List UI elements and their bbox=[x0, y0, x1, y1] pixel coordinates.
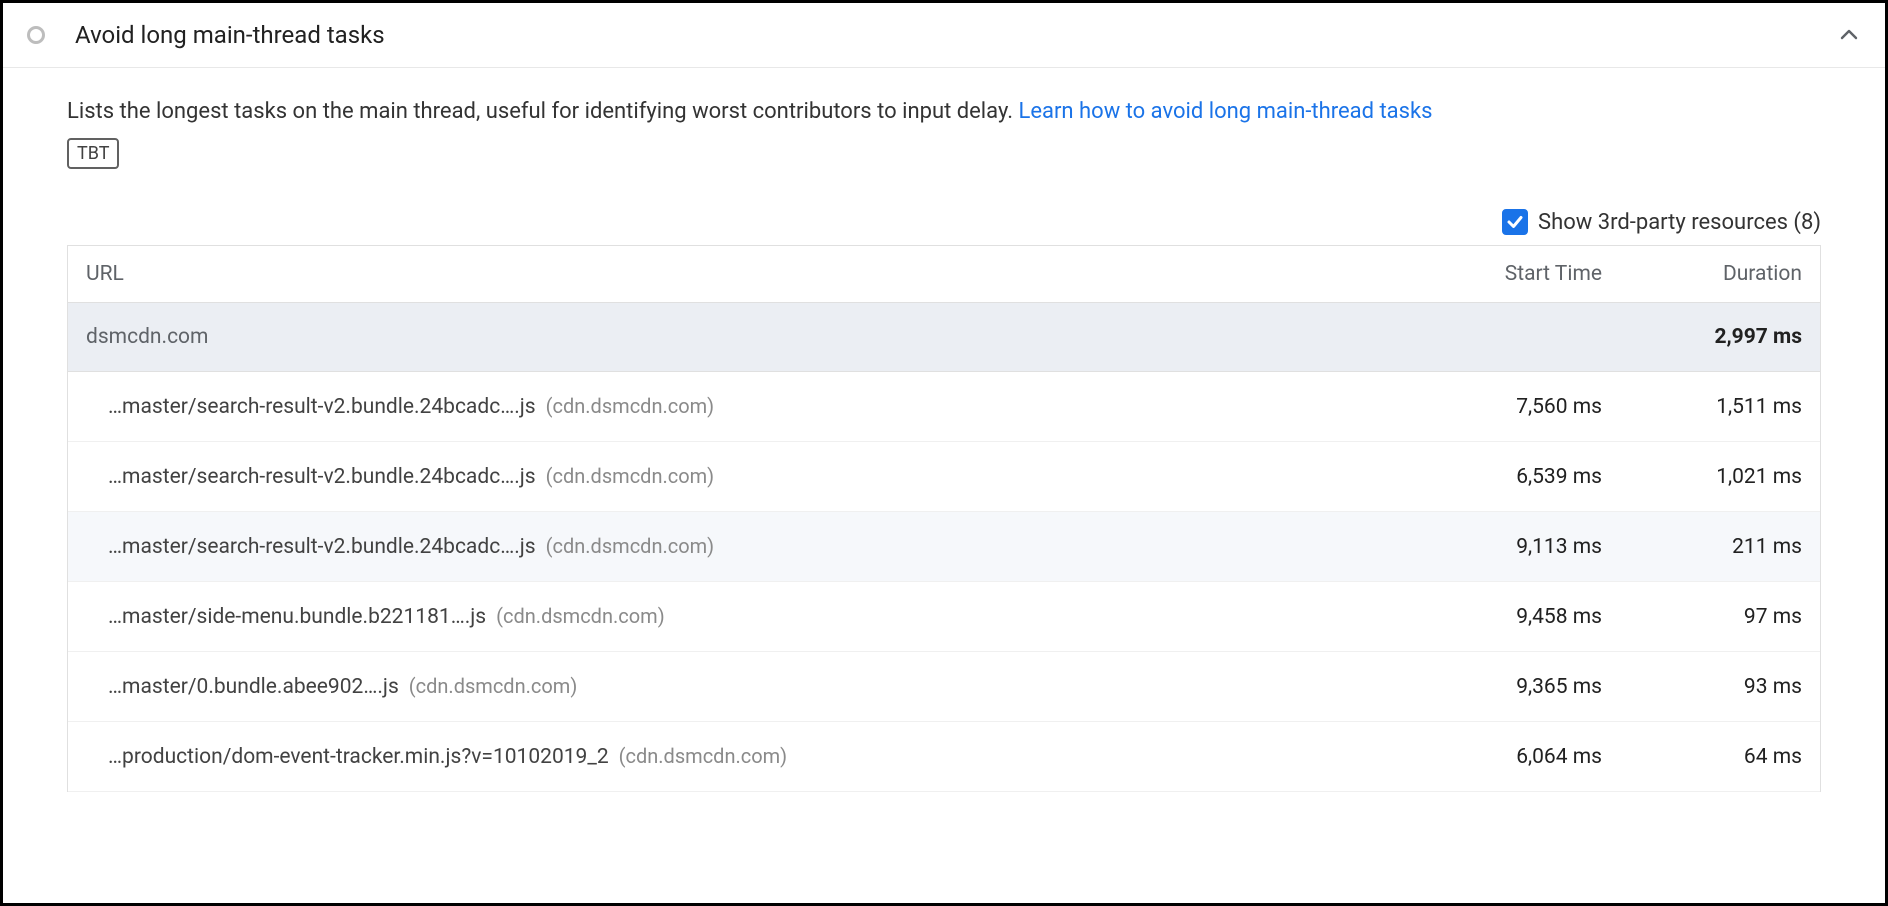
url-cell: …master/search-result-v2.bundle.24bcadc…… bbox=[108, 464, 1402, 489]
chevron-up-icon[interactable] bbox=[1837, 23, 1861, 47]
url-host: (cdn.dsmcdn.com) bbox=[496, 604, 665, 628]
url-host: (cdn.dsmcdn.com) bbox=[546, 464, 715, 488]
start-time: 9,113 ms bbox=[1402, 535, 1602, 559]
table-row[interactable]: …master/search-result-v2.bundle.24bcadc…… bbox=[68, 512, 1820, 582]
url-host: (cdn.dsmcdn.com) bbox=[546, 394, 715, 418]
third-party-toggle-label: Show 3rd-party resources (8) bbox=[1538, 210, 1821, 235]
duration: 64 ms bbox=[1602, 745, 1802, 769]
table-row[interactable]: …master/side-menu.bundle.b221181….js (cdn… bbox=[68, 582, 1820, 652]
duration: 1,021 ms bbox=[1602, 465, 1802, 489]
url-path: …master/search-result-v2.bundle.24bcadc…… bbox=[108, 465, 536, 489]
tbt-tag: TBT bbox=[67, 138, 119, 169]
url-host: (cdn.dsmcdn.com) bbox=[619, 744, 788, 768]
url-path: …master/search-result-v2.bundle.24bcadc…… bbox=[108, 535, 536, 559]
group-row[interactable]: dsmcdn.com 2,997 ms bbox=[68, 303, 1820, 372]
url-host: (cdn.dsmcdn.com) bbox=[409, 674, 578, 698]
audit-panel: Avoid long main-thread tasks Lists the l… bbox=[0, 0, 1888, 906]
col-header-url: URL bbox=[86, 262, 1402, 286]
tag-row: TBT bbox=[67, 138, 1821, 169]
url-cell: …master/search-result-v2.bundle.24bcadc…… bbox=[108, 534, 1402, 559]
url-host: (cdn.dsmcdn.com) bbox=[546, 534, 715, 558]
table-row[interactable]: …production/dom-event-tracker.min.js?v=1… bbox=[68, 722, 1820, 792]
url-cell: …master/0.bundle.abee902….js (cdn.dsmcdn.… bbox=[108, 674, 1402, 699]
third-party-checkbox[interactable] bbox=[1502, 209, 1528, 235]
url-cell: …master/search-result-v2.bundle.24bcadc…… bbox=[108, 394, 1402, 419]
audit-description: Lists the longest tasks on the main thre… bbox=[67, 96, 1821, 128]
duration: 93 ms bbox=[1602, 675, 1802, 699]
url-cell: …master/side-menu.bundle.b221181….js (cdn… bbox=[108, 604, 1402, 629]
table-row[interactable]: …master/search-result-v2.bundle.24bcadc…… bbox=[68, 442, 1820, 512]
start-time: 7,560 ms bbox=[1402, 395, 1602, 419]
start-time: 9,365 ms bbox=[1402, 675, 1602, 699]
audit-title: Avoid long main-thread tasks bbox=[75, 21, 1837, 49]
url-path: …master/0.bundle.abee902….js bbox=[108, 675, 399, 699]
audit-header[interactable]: Avoid long main-thread tasks bbox=[3, 3, 1885, 68]
url-cell: …production/dom-event-tracker.min.js?v=1… bbox=[108, 744, 1402, 769]
duration: 211 ms bbox=[1602, 535, 1802, 559]
start-time: 6,539 ms bbox=[1402, 465, 1602, 489]
url-path: …master/side-menu.bundle.b221181….js bbox=[108, 605, 486, 629]
url-path: …production/dom-event-tracker.min.js?v=1… bbox=[108, 745, 609, 769]
start-time: 6,064 ms bbox=[1402, 745, 1602, 769]
table-row[interactable]: …master/0.bundle.abee902….js (cdn.dsmcdn.… bbox=[68, 652, 1820, 722]
audit-description-text: Lists the longest tasks on the main thre… bbox=[67, 99, 1018, 124]
col-header-start: Start Time bbox=[1402, 262, 1602, 286]
duration: 1,511 ms bbox=[1602, 395, 1802, 419]
group-name: dsmcdn.com bbox=[86, 325, 1402, 349]
third-party-toggle-row: Show 3rd-party resources (8) bbox=[67, 209, 1821, 235]
url-path: …master/search-result-v2.bundle.24bcadc…… bbox=[108, 395, 536, 419]
tasks-table: URL Start Time Duration dsmcdn.com 2,997… bbox=[67, 245, 1821, 792]
table-header-row: URL Start Time Duration bbox=[68, 246, 1820, 303]
start-time: 9,458 ms bbox=[1402, 605, 1602, 629]
col-header-duration: Duration bbox=[1602, 262, 1802, 286]
learn-more-link[interactable]: Learn how to avoid long main-thread task… bbox=[1018, 99, 1432, 124]
group-total: 2,997 ms bbox=[1602, 325, 1802, 349]
table-row[interactable]: …master/search-result-v2.bundle.24bcadc…… bbox=[68, 372, 1820, 442]
audit-content: Lists the longest tasks on the main thre… bbox=[3, 68, 1885, 792]
status-circle-icon bbox=[27, 26, 45, 44]
duration: 97 ms bbox=[1602, 605, 1802, 629]
